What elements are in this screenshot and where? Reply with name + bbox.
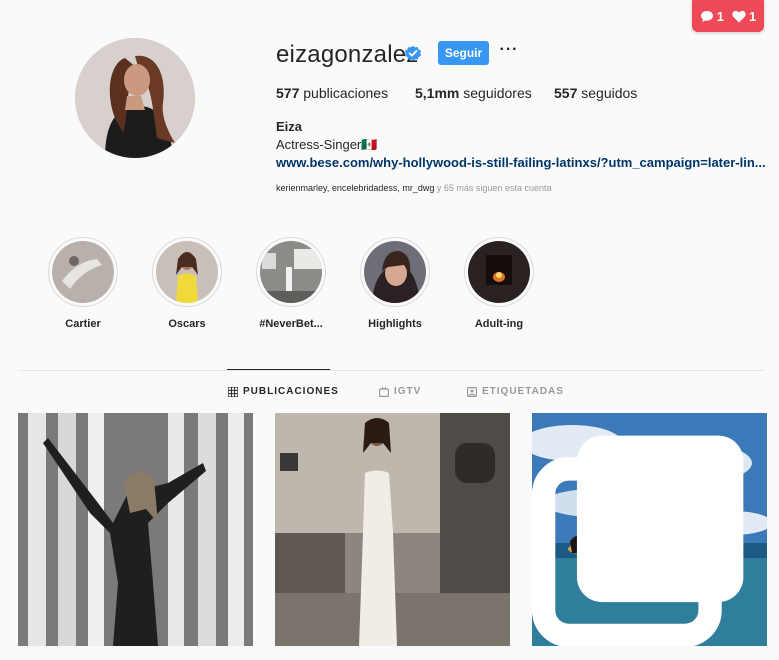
profile-external-link[interactable]: www.bese.com/why-hollywood-is-still-fail… — [276, 155, 766, 170]
tabs-divider — [18, 370, 764, 371]
followed-by-rest: y 65 más siguen esta cuenta — [434, 183, 552, 193]
highlight-highlights[interactable]: Highlights — [350, 237, 440, 330]
active-tab-indicator — [227, 369, 330, 370]
followed-by-text[interactable]: kerienmarley, encelebridadess, mr_dwg y … — [276, 183, 551, 193]
tab-label: PUBLICACIONES — [243, 386, 339, 397]
tab-etiquetadas[interactable]: ETIQUETADAS — [467, 386, 564, 397]
tab-igtv[interactable]: IGTV — [379, 386, 421, 397]
highlight-label: Highlights — [368, 318, 422, 330]
highlight-label: Cartier — [65, 318, 101, 330]
profile-username: eizagonzalez — [276, 41, 419, 68]
highlight-label: Adult-ing — [474, 318, 524, 330]
profile-stats: 577 publicaciones 5,1mm seguidores 557 s… — [276, 85, 637, 101]
post-thumbnail[interactable] — [18, 413, 253, 646]
highlight-cover — [360, 237, 430, 307]
highlight-oscars[interactable]: Oscars — [142, 237, 232, 330]
profile-avatar[interactable] — [75, 38, 195, 158]
highlight-cover — [48, 237, 118, 307]
highlight-neverbet[interactable]: #NeverBet... — [246, 237, 336, 330]
followed-by-names: kerienmarley, encelebridadess, mr_dwg — [276, 183, 435, 193]
highlight-cover — [464, 237, 534, 307]
post-image — [18, 413, 253, 646]
highlight-adulting[interactable]: Adult-ing — [454, 237, 544, 330]
highlight-label: #NeverBet... — [259, 318, 323, 330]
follow-button[interactable]: Seguir — [438, 41, 489, 65]
tagged-icon — [467, 386, 477, 397]
activity-notification-badge[interactable]: 1 1 — [692, 0, 764, 32]
more-options-icon[interactable]: ··· — [499, 40, 519, 64]
post-thumbnail[interactable] — [275, 413, 510, 646]
like-count: 1 — [749, 8, 757, 24]
profile-bio: Actress-Singer🇲🇽 — [276, 137, 378, 152]
highlight-cartier[interactable]: Cartier — [38, 237, 128, 330]
tab-label: IGTV — [394, 386, 422, 397]
heart-icon — [732, 10, 746, 22]
highlight-cover — [152, 237, 222, 307]
verified-badge-icon — [405, 45, 421, 61]
multiple-photos-icon — [532, 435, 744, 646]
tv-icon — [379, 386, 389, 397]
highlight-label: Oscars — [168, 318, 206, 330]
post-image — [275, 413, 510, 646]
followers-count[interactable]: 5,1mm seguidores — [415, 85, 554, 101]
comment-icon — [700, 10, 713, 22]
highlight-cover — [256, 237, 326, 307]
tab-label: ETIQUETADAS — [482, 386, 564, 397]
profile-full-name: Eiza — [276, 119, 303, 134]
comment-count: 1 — [716, 8, 724, 24]
tab-publicaciones[interactable]: PUBLICACIONES — [228, 386, 339, 397]
post-thumbnail[interactable] — [532, 413, 767, 646]
posts-count: 577 publicaciones — [276, 85, 389, 101]
following-count[interactable]: 557 seguidos — [554, 85, 637, 101]
grid-icon — [228, 386, 238, 397]
